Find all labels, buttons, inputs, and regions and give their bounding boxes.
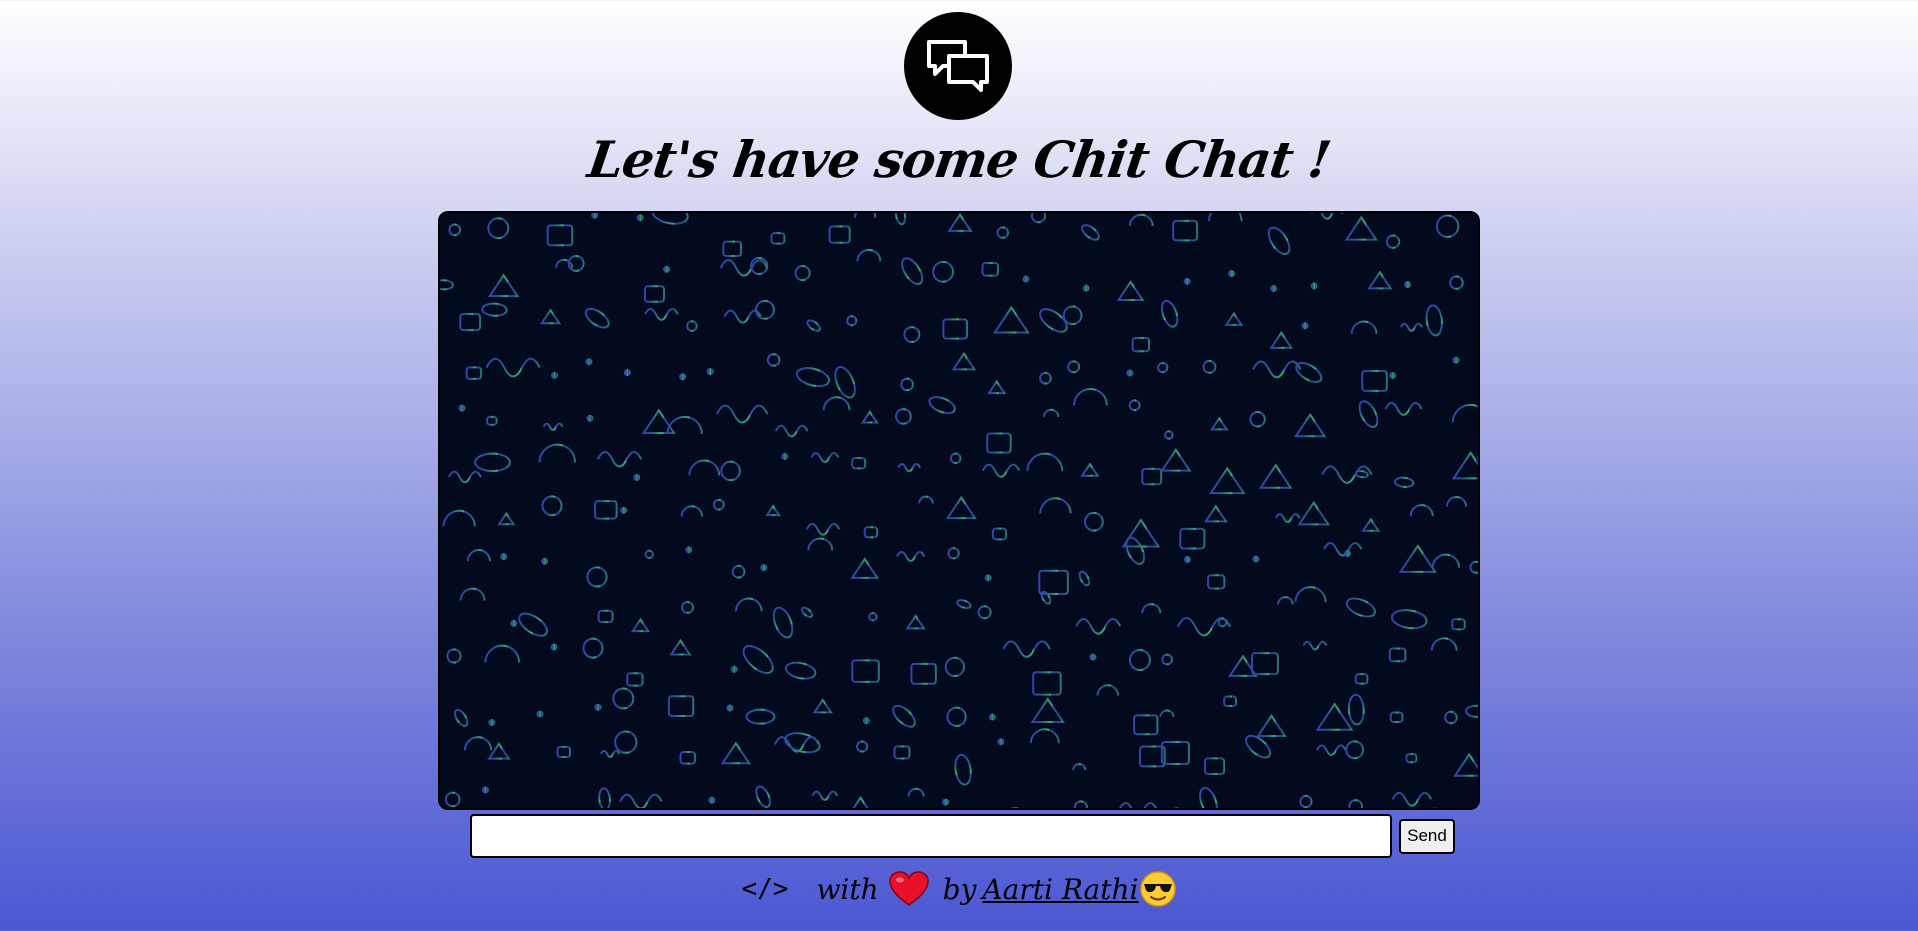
footer-credit: </> with by Aarti Rathi (0, 866, 1918, 912)
chat-logo (904, 12, 1012, 120)
chat-bubbles-icon (927, 40, 989, 92)
chat-window[interactable] (438, 211, 1480, 810)
page-title: Let's have some Chit Chat ! (584, 130, 1334, 189)
code-symbol: </> (741, 874, 789, 904)
author-link[interactable]: Aarti Rathi (982, 873, 1138, 906)
footer-by-text: by (942, 872, 977, 906)
message-bar: Send (470, 813, 1455, 859)
footer-with-text: with (816, 872, 879, 906)
doodle-pattern (440, 213, 1478, 808)
send-button[interactable]: Send (1399, 818, 1455, 854)
message-input[interactable] (470, 814, 1392, 858)
heart-icon (888, 871, 929, 906)
sunglasses-face-icon (1139, 871, 1176, 907)
